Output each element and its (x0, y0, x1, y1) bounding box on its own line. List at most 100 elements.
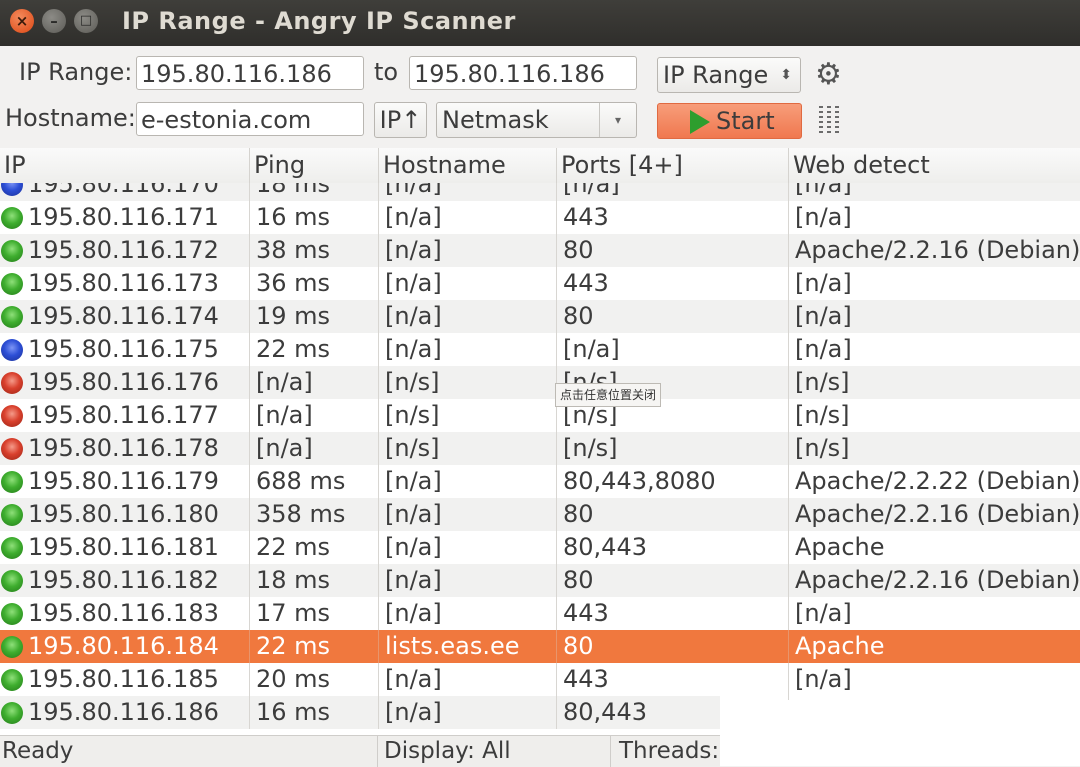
column-header-web-detect[interactable]: Web detect (789, 148, 1080, 183)
cell-ping: [n/a] (250, 432, 379, 465)
cell-hostname: [n/a] (379, 696, 557, 729)
cell-ping: 17 ms (250, 597, 379, 630)
cell-ip: 195.80.116.171 (0, 201, 250, 234)
green-status-icon (1, 636, 23, 658)
table-row[interactable]: 195.80.116.174 19 ms [n/a] 80 [n/a] (0, 300, 1080, 333)
cell-ping: 18 ms (250, 564, 379, 597)
cell-ip: 195.80.116.175 (0, 333, 250, 366)
column-header-ping[interactable]: Ping (250, 148, 379, 183)
empty-area (720, 700, 1080, 766)
feeder-select[interactable]: IP Range ⬍ (657, 57, 801, 93)
gear-icon[interactable]: ⚙ (815, 57, 842, 92)
column-header-hostname[interactable]: Hostname (379, 148, 557, 183)
cell-hostname: [n/a] (379, 663, 557, 696)
cell-ping: [n/a] (250, 366, 379, 399)
table-row[interactable]: 195.80.116.176 [n/a] [n/s] [n/s] [n/s] (0, 366, 1080, 399)
cell-ping: 18 ms (250, 183, 379, 201)
cell-ping: 688 ms (250, 465, 379, 498)
updown-arrows-icon: ⬍ (780, 67, 792, 83)
cell-hostname: [n/a] (379, 300, 557, 333)
cell-web: [n/a] (795, 302, 852, 330)
table-row[interactable]: 195.80.116.179 688 ms [n/a] 80,443,8080 Apac… (0, 465, 1080, 498)
cell-web: [n/s] (795, 434, 850, 462)
cell-ping: 22 ms (250, 333, 379, 366)
ip-address: 195.80.116.175 (28, 335, 219, 363)
cell-ping: [n/a] (250, 399, 379, 432)
status-threads: Threads: (610, 736, 720, 767)
hostname-label: Hostname: (5, 104, 136, 132)
table-row[interactable]: 195.80.116.180 358 ms [n/a] 80 Apache/2.2.16… (0, 498, 1080, 531)
ip-address: 195.80.116.182 (28, 566, 219, 594)
table-row[interactable]: 195.80.116.183 17 ms [n/a] 443 [n/a] (0, 597, 1080, 630)
table-row[interactable]: 195.80.116.185 20 ms [n/a] 443 [n/a] (0, 663, 1080, 696)
cell-web: [n/a] (795, 335, 852, 363)
cell-web: [n/a] (795, 183, 852, 198)
cell-ip: 195.80.116.184 (0, 630, 250, 663)
ip-address: 195.80.116.179 (28, 467, 219, 495)
table-row[interactable]: 195.80.116.178 [n/a] [n/s] [n/s] [n/s] (0, 432, 1080, 465)
cell-ip: 195.80.116.185 (0, 663, 250, 696)
cell-ping: 36 ms (250, 267, 379, 300)
ip-up-button[interactable]: IP↑ (374, 102, 427, 138)
play-icon (690, 110, 710, 134)
columns-icon[interactable] (818, 106, 844, 134)
maximize-icon: □ (79, 13, 93, 28)
table-row[interactable]: 195.80.116.173 36 ms [n/a] 443 [n/a] (0, 267, 1080, 300)
ip-address: 195.80.116.181 (28, 533, 219, 561)
netmask-select[interactable]: Netmask ▾ (436, 102, 637, 138)
cell-hostname: [n/a] (379, 267, 557, 300)
table-row[interactable]: 195.80.116.175 22 ms [n/a] [n/a] [n/a] (0, 333, 1080, 366)
column-header-ip[interactable]: IP (0, 148, 250, 183)
window-title: IP Range - Angry IP Scanner (122, 7, 516, 35)
column-header-ports[interactable]: Ports [4+] (557, 148, 789, 183)
table-row[interactable]: 195.80.116.181 22 ms [n/a] 80,443 Apache (0, 531, 1080, 564)
cell-ping: 22 ms (250, 630, 379, 663)
green-status-icon (1, 603, 23, 625)
start-button[interactable]: Start (657, 103, 802, 139)
table-row[interactable]: 195.80.116.177 [n/a] [n/s] [n/s] [n/s] (0, 399, 1080, 432)
to-label: to (374, 58, 399, 86)
table-row[interactable]: 195.80.116.184 22 ms lists.eas.ee 80 Apache (0, 630, 1080, 663)
ip-address: 195.80.116.180 (28, 500, 219, 528)
minimize-button[interactable]: – (42, 9, 66, 33)
blue-status-icon (1, 339, 23, 361)
start-button-label: Start (716, 107, 775, 135)
green-status-icon (1, 537, 23, 559)
cell-ports: 80 (557, 564, 789, 597)
green-status-icon (1, 273, 23, 295)
cell-ports: 443 (557, 597, 789, 630)
cell-hostname: [n/s] (379, 399, 557, 432)
cell-ip: 195.80.116.176 (0, 366, 250, 399)
cell-ping: 358 ms (250, 498, 379, 531)
range-end-input[interactable]: 195.80.116.186 (409, 56, 637, 90)
red-status-icon (1, 438, 23, 460)
cell-hostname: [n/a] (379, 201, 557, 234)
table-row[interactable]: 195.80.116.172 38 ms [n/a] 80 Apache/2.2.16 … (0, 234, 1080, 267)
ip-address: 195.80.116.183 (28, 599, 219, 627)
ip-address: 195.80.116.177 (28, 401, 219, 429)
cell-web: [n/a] (795, 665, 852, 693)
cell-ping: 16 ms (250, 696, 379, 729)
ip-address: 195.80.116.174 (28, 302, 219, 330)
cell-web: Apache/2.2.16 (Debian) (795, 500, 1080, 528)
tooltip[interactable]: 点击任意位置关闭 (555, 383, 662, 407)
cell-ip: 195.80.116.182 (0, 564, 250, 597)
table-row[interactable]: 195.80.116.182 18 ms [n/a] 80 Apache/2.2.16 … (0, 564, 1080, 597)
close-button[interactable]: × (10, 9, 34, 33)
table-header: IP Ping Hostname Ports [4+] Web detect (0, 148, 1080, 184)
range-start-input[interactable]: 195.80.116.186 (136, 56, 364, 90)
table-row[interactable]: 195.80.116.170 18 ms [n/a] [n/a] [n/a] (0, 183, 1080, 201)
table-row[interactable]: 195.80.116.171 16 ms [n/a] 443 [n/a] (0, 201, 1080, 234)
ip-address: 195.80.116.173 (28, 269, 219, 297)
cell-ports: 80 (557, 234, 789, 267)
green-status-icon (1, 669, 23, 691)
cell-hostname: [n/s] (379, 366, 557, 399)
maximize-button[interactable]: □ (74, 9, 98, 33)
cell-hostname: [n/a] (379, 234, 557, 267)
blue-status-icon (1, 183, 23, 196)
green-status-icon (1, 471, 23, 493)
table-row[interactable]: 195.80.116.186 16 ms [n/a] 80,443 (0, 696, 789, 729)
cell-hostname: [n/a] (379, 531, 557, 564)
green-status-icon (1, 306, 23, 328)
hostname-input[interactable]: e-estonia.com (136, 102, 364, 136)
